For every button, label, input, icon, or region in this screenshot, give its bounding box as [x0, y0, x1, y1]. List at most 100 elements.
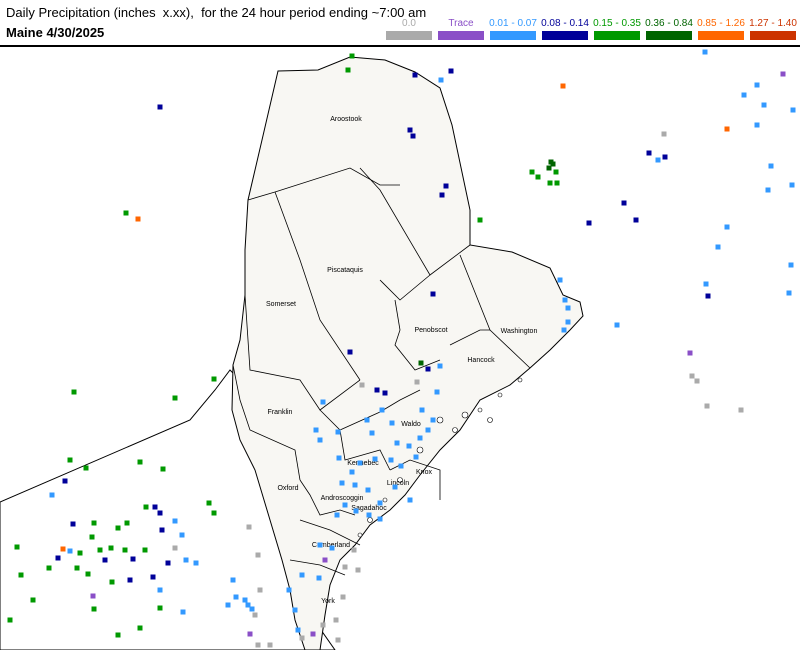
county-label-york: York: [321, 598, 335, 605]
map-subtitle: Maine 4/30/2025: [6, 25, 105, 40]
station-marker: [562, 297, 568, 303]
station-marker: [255, 642, 261, 648]
station-marker: [425, 427, 431, 433]
legend-item: 0.85 - 1.26: [696, 18, 746, 42]
station-marker: [127, 577, 133, 583]
station-marker: [430, 417, 436, 423]
station-marker: [347, 349, 353, 355]
station-marker: [292, 607, 298, 613]
county-label-knox: Knox: [416, 469, 432, 476]
station-marker: [448, 68, 454, 74]
legend-swatch: [646, 31, 692, 40]
station-marker: [369, 430, 375, 436]
station-marker: [157, 510, 163, 516]
station-marker: [135, 216, 141, 222]
station-marker: [180, 609, 186, 615]
station-marker: [124, 520, 130, 526]
station-marker: [310, 631, 316, 637]
station-marker: [621, 200, 627, 206]
station-marker: [342, 502, 348, 508]
station-marker: [438, 77, 444, 83]
station-marker: [316, 575, 322, 581]
station-marker: [687, 350, 693, 356]
county-label-penobscot: Penobscot: [414, 327, 447, 334]
station-marker: [257, 587, 263, 593]
station-marker: [143, 504, 149, 510]
station-marker: [165, 560, 171, 566]
county-label-franklin: Franklin: [268, 409, 293, 416]
station-marker: [49, 492, 55, 498]
station-marker: [365, 487, 371, 493]
station-marker: [430, 291, 436, 297]
station-marker: [91, 520, 97, 526]
legend-swatch: [386, 31, 432, 40]
station-marker: [705, 293, 711, 299]
legend-swatch: [698, 31, 744, 40]
legend-item: 0.01 - 0.07: [488, 18, 538, 42]
station-marker: [443, 183, 449, 189]
station-marker: [157, 104, 163, 110]
station-marker: [157, 605, 163, 611]
legend-label: 0.0: [402, 18, 416, 29]
station-marker: [394, 440, 400, 446]
station-marker: [477, 217, 483, 223]
station-marker: [557, 277, 563, 283]
station-marker: [565, 319, 571, 325]
station-marker: [247, 631, 253, 637]
station-marker: [439, 192, 445, 198]
station-marker: [765, 187, 771, 193]
station-marker: [738, 407, 744, 413]
station-marker: [317, 542, 323, 548]
legend-label: 0.36 - 0.84: [645, 18, 693, 29]
station-marker: [62, 478, 68, 484]
station-marker: [67, 548, 73, 554]
station-marker: [336, 455, 342, 461]
land-areas: [0, 56, 584, 650]
station-marker: [754, 82, 760, 88]
station-marker: [123, 210, 129, 216]
station-marker: [662, 154, 668, 160]
legend-swatch: [542, 31, 588, 40]
county-label-washington: Washington: [501, 328, 538, 335]
station-marker: [425, 366, 431, 372]
station-marker: [554, 180, 560, 186]
station-marker: [372, 456, 378, 462]
legend-label: 0.01 - 0.07: [489, 18, 537, 29]
station-marker: [407, 127, 413, 133]
station-marker: [230, 577, 236, 583]
station-marker: [18, 572, 24, 578]
station-marker: [211, 510, 217, 516]
station-marker: [157, 587, 163, 593]
county-label-somerset: Somerset: [266, 301, 296, 308]
station-marker: [374, 387, 380, 393]
station-marker: [704, 403, 710, 409]
station-marker: [379, 407, 385, 413]
station-marker: [413, 454, 419, 460]
legend-label: 0.85 - 1.26: [697, 18, 745, 29]
map-header: Daily Precipitation (inches x.xx), for t…: [0, 0, 800, 47]
station-marker: [355, 567, 361, 573]
station-marker: [211, 376, 217, 382]
legend-item: 0.36 - 0.84: [644, 18, 694, 42]
county-label-piscataquis: Piscataquis: [327, 267, 363, 274]
legend-swatch: [750, 31, 796, 40]
station-marker: [353, 508, 359, 514]
station-marker: [689, 373, 695, 379]
station-marker: [334, 512, 340, 518]
station-marker: [122, 547, 128, 553]
station-marker: [761, 102, 767, 108]
map-title: Daily Precipitation (inches x.xx), for t…: [6, 5, 427, 20]
station-marker: [77, 550, 83, 556]
station-marker: [160, 466, 166, 472]
station-marker: [30, 597, 36, 603]
station-marker: [102, 557, 108, 563]
station-marker: [377, 500, 383, 506]
station-marker: [286, 587, 292, 593]
legend-label: Trace: [448, 18, 474, 29]
station-marker: [339, 480, 345, 486]
station-marker: [768, 163, 774, 169]
station-marker: [340, 594, 346, 600]
station-marker: [137, 459, 143, 465]
station-marker: [788, 262, 794, 268]
station-marker: [418, 360, 424, 366]
